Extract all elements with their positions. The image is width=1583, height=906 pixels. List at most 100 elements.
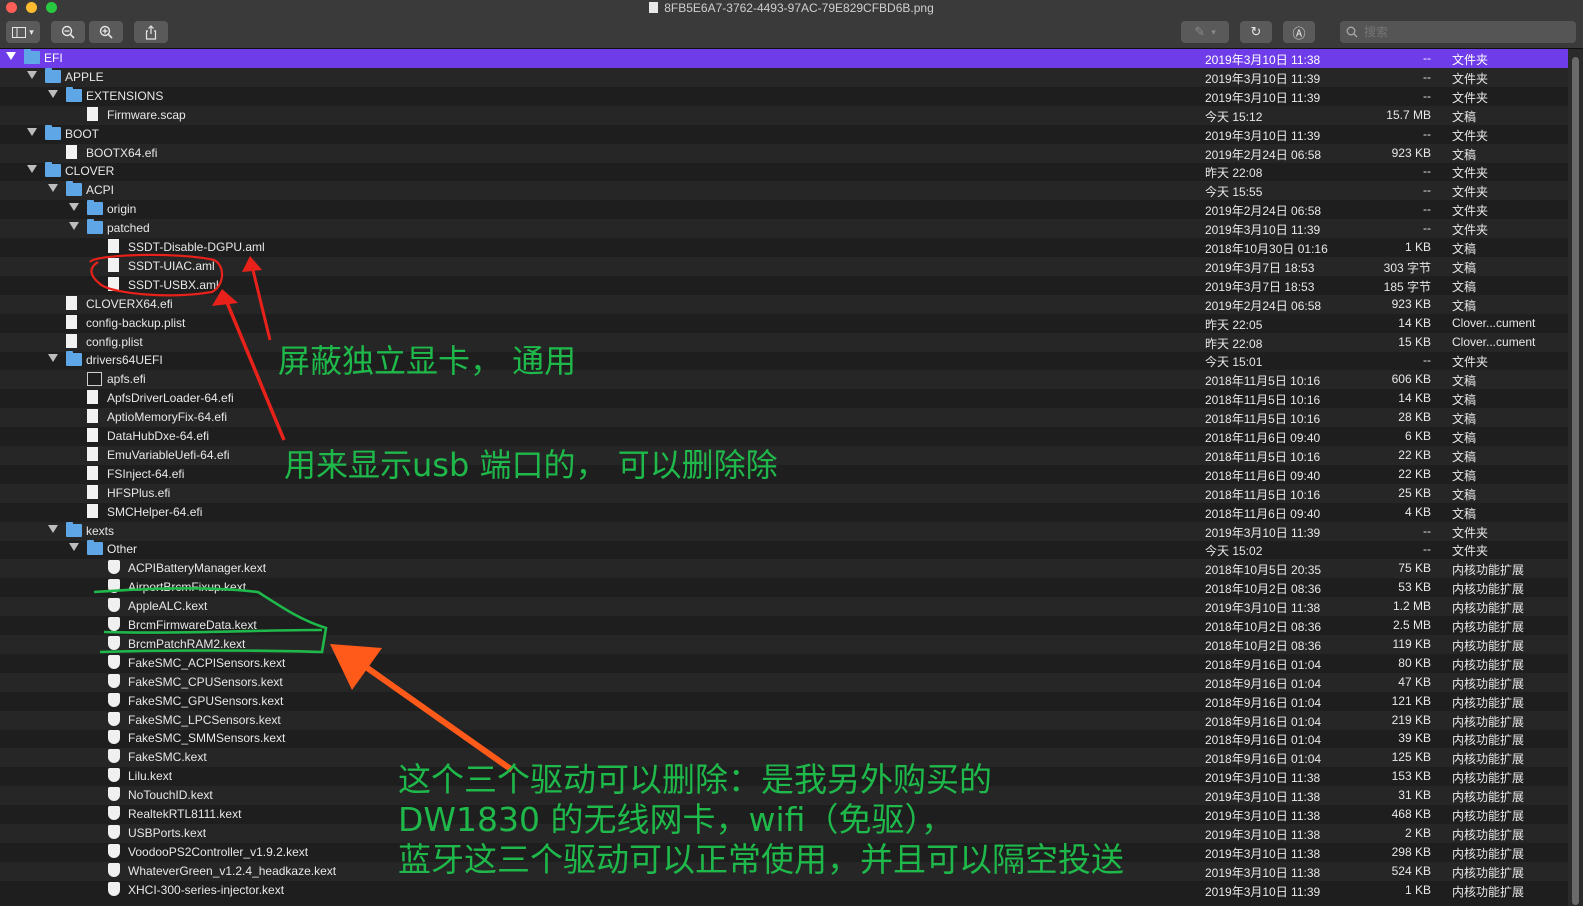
folder-row[interactable]: EXTENSIONS 2019年3月10日 11:39 -- 文件夹 xyxy=(0,86,1568,106)
annotate-button[interactable]: Ⓐ xyxy=(1283,21,1315,43)
item-name: CLOVER xyxy=(65,164,115,179)
kext-icon xyxy=(108,862,120,877)
file-row[interactable]: SSDT-Disable-DGPU.aml 2018年10月30日 01:16 1 … xyxy=(0,238,1568,257)
item-size: 6 KB xyxy=(1404,429,1431,443)
rotate-button[interactable]: ↻ xyxy=(1240,21,1272,43)
document-icon xyxy=(87,106,98,121)
disclosure-triangle-icon[interactable] xyxy=(48,354,58,363)
markup-button[interactable]: ✎ ▾ xyxy=(1181,21,1229,43)
scrollbar-thumb[interactable] xyxy=(1572,57,1579,905)
file-row[interactable]: FakeSMC_LPCSensors.kext 2018年9月16日 01:04 2… xyxy=(0,710,1568,730)
disclosure-triangle-icon[interactable] xyxy=(69,222,79,231)
file-row[interactable]: FSInject-64.efi 2018年11月6日 09:40 22 KB 文稿 xyxy=(0,465,1568,484)
folder-row[interactable]: BOOT 2019年3月10日 11:39 -- 文件夹 xyxy=(0,124,1568,144)
scrollbar[interactable] xyxy=(1568,49,1583,906)
disclosure-triangle-icon[interactable] xyxy=(27,165,37,174)
item-name: VoodooPS2Controller_v1.9.2.kext xyxy=(128,844,309,859)
item-size: 2.5 MB xyxy=(1392,618,1431,632)
title-bar: 8FB5E6A7-3762-4493-97AC-79E829CFBD6B.png xyxy=(0,0,1583,16)
sidebar-toggle-button[interactable]: ▾ xyxy=(6,21,40,43)
item-size: 923 KB xyxy=(1391,145,1431,160)
disclosure-triangle-icon[interactable] xyxy=(27,70,37,79)
item-kind: 内核功能扩展 xyxy=(1452,733,1525,748)
disclosure-triangle-icon[interactable] xyxy=(48,89,58,98)
zoom-in-button[interactable] xyxy=(89,21,123,43)
item-kind: 文稿 xyxy=(1452,449,1477,464)
item-date-modified: 2018年11月5日 10:16 xyxy=(1205,449,1321,464)
item-kind: 内核功能扩展 xyxy=(1452,771,1525,786)
file-row[interactable]: SSDT-USBX.aml 2019年3月7日 18:53 185 字节 文稿 xyxy=(0,276,1568,295)
window-title-text: 8FB5E6A7-3762-4493-97AC-79E829CFBD6B.png xyxy=(664,1,934,15)
item-date-modified: 今天 15:55 xyxy=(1205,185,1263,200)
folder-row[interactable]: CLOVER 昨天 22:08 -- 文件夹 xyxy=(0,162,1568,181)
file-row[interactable]: Firmware.scap 今天 15:12 15.7 MB 文稿 xyxy=(0,105,1568,125)
item-date-modified: 2018年11月6日 09:40 xyxy=(1205,431,1321,445)
item-name: apfs.efi xyxy=(107,372,146,387)
file-row[interactable]: ACPIBatteryManager.kext 2018年10月5日 20:35 7… xyxy=(0,559,1568,579)
file-row[interactable]: ApfsDriverLoader-64.efi 2018年11月5日 10:16 1… xyxy=(0,389,1568,408)
item-kind: 文件夹 xyxy=(1452,71,1489,86)
item-size: -- xyxy=(1423,183,1431,198)
item-name: BOOTX64.efi xyxy=(86,145,158,160)
file-row[interactable]: AppleALC.kext 2019年3月10日 11:38 1.2 MB 内核功能扩… xyxy=(0,597,1568,617)
file-row[interactable]: config.plist 昨天 22:08 15 KB Clover...cument xyxy=(0,332,1568,352)
file-row[interactable]: FakeSMC_GPUSensors.kext 2018年9月16日 01:04 1… xyxy=(0,692,1568,711)
item-kind: 文稿 xyxy=(1452,393,1477,408)
item-name: SMCHelper-64.efi xyxy=(107,504,203,519)
folder-row[interactable]: patched 2019年3月10日 11:39 -- 文件夹 xyxy=(0,219,1568,239)
disclosure-triangle-icon[interactable] xyxy=(48,184,58,193)
folder-row[interactable]: kexts 2019年3月10日 11:39 -- 文件夹 xyxy=(0,521,1568,541)
kext-icon xyxy=(108,654,120,669)
disclosure-triangle-icon[interactable] xyxy=(27,127,37,136)
disclosure-triangle-icon[interactable] xyxy=(6,52,16,60)
file-row[interactable]: config-backup.plist 昨天 22:05 14 KB Clover..… xyxy=(0,314,1568,333)
file-row[interactable]: AptioMemoryFix-64.efi 2018年11月5日 10:16 28 … xyxy=(0,408,1568,428)
item-kind: 内核功能扩展 xyxy=(1452,790,1525,805)
folder-row[interactable]: ACPI 今天 15:55 -- 文件夹 xyxy=(0,181,1568,201)
search-field[interactable] xyxy=(1340,21,1576,43)
file-row[interactable]: DataHubDxe-64.efi 2018年11月6日 09:40 6 KB 文稿 xyxy=(0,427,1568,446)
item-size: 28 KB xyxy=(1398,410,1431,425)
file-row[interactable]: BOOTX64.efi 2019年2月24日 06:58 923 KB 文稿 xyxy=(0,143,1568,163)
file-row[interactable]: FakeSMC_CPUSensors.kext 2018年9月16日 01:04 4… xyxy=(0,672,1568,692)
document-icon xyxy=(108,276,119,291)
folder-row[interactable]: origin 2019年2月24日 06:58 -- 文件夹 xyxy=(0,200,1568,219)
item-date-modified: 2019年2月24日 06:58 xyxy=(1205,204,1322,219)
document-icon xyxy=(87,390,98,405)
item-size: 298 KB xyxy=(1391,844,1431,859)
document-icon xyxy=(66,144,77,159)
item-kind: 内核功能扩展 xyxy=(1452,884,1525,899)
item-kind: 文件夹 xyxy=(1452,355,1489,370)
file-row[interactable]: BrcmPatchRAM2.kext 2018年10月2日 08:36 119 KB… xyxy=(0,634,1568,654)
file-row[interactable]: HFSPlus.efi 2018年11月5日 10:16 25 KB 文稿 xyxy=(0,483,1568,503)
file-row[interactable]: BrcmFirmwareData.kext 2018年10月2日 08:36 2.5… xyxy=(0,616,1568,635)
disclosure-triangle-icon[interactable] xyxy=(69,543,79,552)
item-size: 219 KB xyxy=(1391,712,1431,727)
share-button[interactable] xyxy=(134,21,168,43)
kext-icon xyxy=(108,787,120,802)
file-row[interactable]: SMCHelper-64.efi 2018年11月6日 09:40 4 KB 文稿 xyxy=(0,503,1568,522)
file-row[interactable]: CLOVERX64.efi 2019年2月24日 06:58 923 KB 文稿 xyxy=(0,294,1568,314)
file-row[interactable]: SSDT-UIAC.aml 2019年3月7日 18:53 303 字节 文稿 xyxy=(0,256,1568,276)
disclosure-triangle-icon[interactable] xyxy=(69,203,79,212)
item-size: 185 字节 xyxy=(1383,279,1431,294)
folder-row[interactable]: Other 今天 15:02 -- 文件夹 xyxy=(0,540,1568,559)
item-name: patched xyxy=(107,221,150,236)
file-row[interactable]: apfs.efi 2018年11月5日 10:16 606 KB 文稿 xyxy=(0,370,1568,390)
file-row[interactable]: XHCI-300-series-injector.kext 2019年3月10日 … xyxy=(0,881,1568,900)
folder-row[interactable]: APPLE 2019年3月10日 11:39 -- 文件夹 xyxy=(0,67,1568,87)
search-input[interactable] xyxy=(1362,24,1566,40)
folder-row[interactable]: EFI 2019年3月10日 11:38 -- 文件夹 xyxy=(0,49,1568,68)
document-icon xyxy=(87,446,98,461)
item-size: 15 KB xyxy=(1398,334,1431,349)
file-row[interactable]: FakeSMC_SMMSensors.kext 2018年9月16日 01:04 3… xyxy=(0,729,1568,748)
file-row[interactable]: EmuVariableUefi-64.efi 2018年11月5日 10:16 22… xyxy=(0,445,1568,465)
zoom-out-button[interactable] xyxy=(51,21,85,43)
disclosure-triangle-icon[interactable] xyxy=(48,524,58,533)
file-row[interactable]: AirportBrcmFixup.kext 2018年10月2日 08:36 53 … xyxy=(0,578,1568,597)
folder-row[interactable]: drivers64UEFI 今天 15:01 -- 文件夹 xyxy=(0,351,1568,370)
file-row[interactable]: FakeSMC_ACPISensors.kext 2018年9月16日 01:04… xyxy=(0,654,1568,673)
item-date-modified: 昨天 22:08 xyxy=(1205,336,1263,351)
kext-icon xyxy=(108,598,120,613)
item-name: Firmware.scap xyxy=(107,107,186,122)
